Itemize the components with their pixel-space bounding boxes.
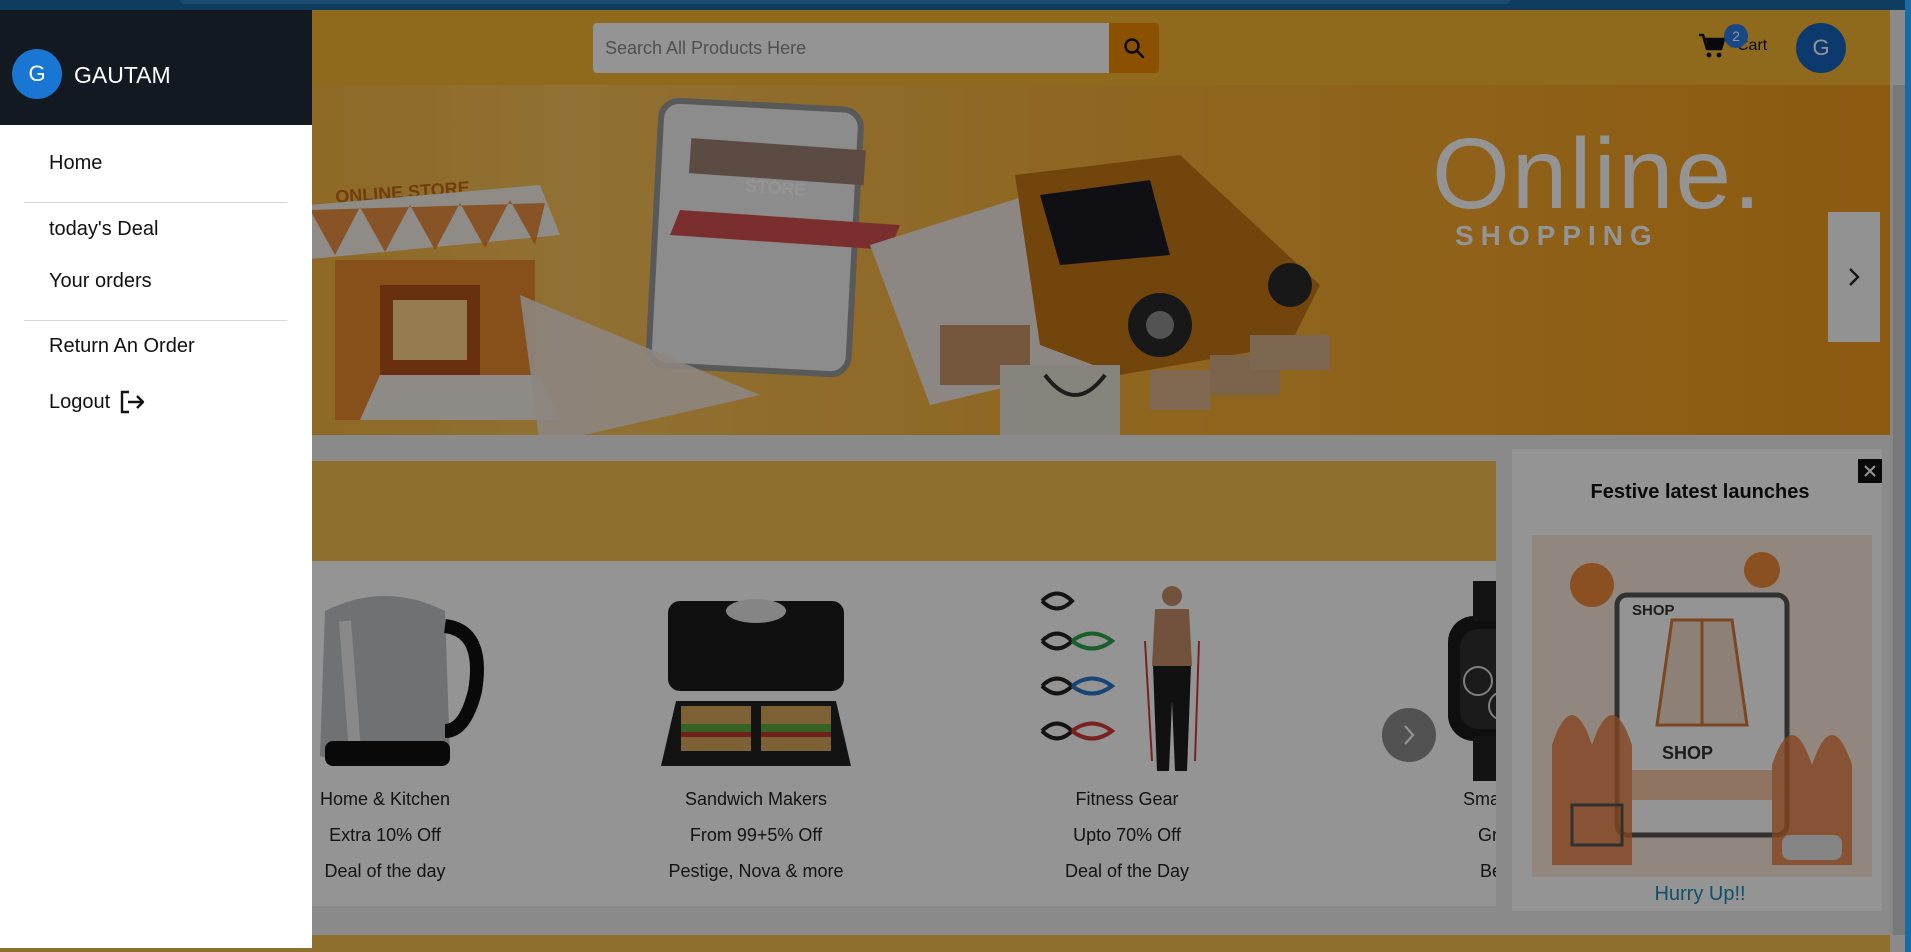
logout-icon: [120, 390, 145, 414]
drawer-user-name: GAUTAM: [74, 62, 171, 88]
nav-item-todays-deal[interactable]: today's Deal: [49, 218, 158, 241]
nav-item-logout[interactable]: Logout: [49, 389, 146, 415]
nav-item-your-orders[interactable]: Your orders: [49, 270, 152, 293]
drawer-divider: [24, 202, 287, 203]
nav-item-home[interactable]: Home: [49, 152, 102, 175]
drawer-divider: [24, 320, 287, 321]
drawer-header: G GAUTAM: [0, 10, 312, 125]
drawer-avatar: G: [12, 49, 62, 99]
side-drawer: G GAUTAM Home today's Deal Your orders R…: [0, 10, 312, 948]
nav-item-return-order[interactable]: Return An Order: [49, 335, 195, 358]
logout-label: Logout: [49, 390, 111, 413]
window-edge: [1905, 0, 1911, 952]
